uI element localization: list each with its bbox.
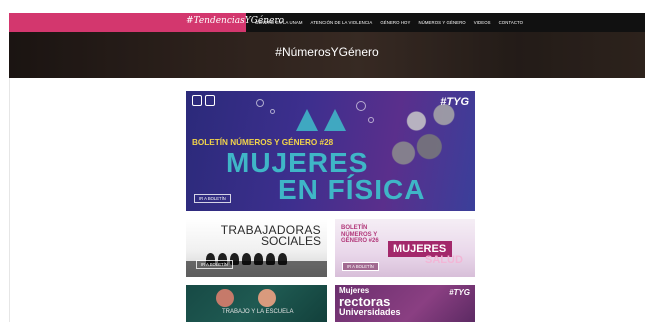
tyg-tag: #TYG	[449, 288, 470, 297]
woman-figure-icon	[258, 289, 276, 307]
bulletin-card-trabajo-escuela[interactable]: TRABAJO Y LA ESCUELA	[186, 285, 327, 322]
woman-figure-icon	[216, 289, 234, 307]
brand-bar: #TendenciasYGénero	[9, 13, 284, 32]
nav-videos[interactable]: VIDEOS	[474, 20, 491, 25]
nav-genero-hoy[interactable]: GÉNERO HOY	[380, 20, 410, 25]
bulletin-card-salud[interactable]: BOLETÍN NÚMEROS Y GÉNERO #26 MUJERES SAL…	[335, 219, 475, 277]
top-navbar: #TendenciasYGénero GÉNERO EN LA UNAM ATE…	[9, 13, 645, 32]
tyg-tag: #TYG	[440, 96, 469, 108]
bulletin-card-trabajadoras[interactable]: TRABAJADORAS SOCIALES IR A BOLETÍN	[186, 219, 327, 277]
bubble-icon	[356, 101, 366, 111]
card-title: TRABAJO Y LA ESCUELA	[222, 309, 294, 315]
nav-genero-unam[interactable]: GÉNERO EN LA UNAM	[255, 20, 303, 25]
bulletin-card-rectoras[interactable]: #TYG Mujeres rectoras Universidades	[335, 285, 475, 322]
bubble-icon	[270, 109, 275, 114]
go-to-bulletin-button[interactable]: IR A BOLETÍN	[342, 262, 379, 271]
bulletin-subtitle: BOLETÍN NÚMEROS Y GÉNERO #28	[192, 138, 334, 147]
bubble-icon	[256, 99, 264, 107]
go-to-bulletin-button[interactable]: IR A BOLETÍN	[194, 194, 231, 203]
page-divider	[9, 78, 10, 322]
nav-numeros-genero[interactable]: NÚMEROS Y GÉNERO	[418, 20, 465, 25]
card-title-line2: SOCIALES	[260, 234, 321, 248]
scientists-portrait	[382, 97, 468, 177]
bubble-icon	[368, 117, 374, 123]
nav-atencion-violencia[interactable]: ATENCIÓN DE LA VIOLENCIA	[311, 20, 373, 25]
card-subtitle: BOLETÍN NÚMEROS Y GÉNERO #26	[341, 225, 379, 244]
flask-icon	[324, 109, 346, 131]
nav-contacto[interactable]: CONTACTO	[499, 20, 524, 25]
card-title-line2: SALUD	[425, 254, 463, 266]
hero-banner: #NúmerosYGénero	[9, 32, 645, 78]
institution-logos	[192, 95, 228, 107]
featured-bulletin-card[interactable]: #TYG BOLETÍN NÚMEROS Y GÉNERO #28 MUJERE…	[186, 91, 475, 211]
unam-logo-icon	[192, 95, 202, 106]
go-to-bulletin-button[interactable]: IR A BOLETÍN	[196, 260, 233, 269]
page-title: #NúmerosYGénero	[275, 45, 379, 59]
card-title-line3: Universidades	[339, 307, 401, 317]
cieg-logo-icon	[205, 95, 215, 106]
flask-icon	[296, 109, 318, 131]
bulletin-title-line2: EN FÍSICA	[278, 174, 426, 205]
main-nav: GÉNERO EN LA UNAM ATENCIÓN DE LA VIOLENC…	[255, 13, 523, 32]
